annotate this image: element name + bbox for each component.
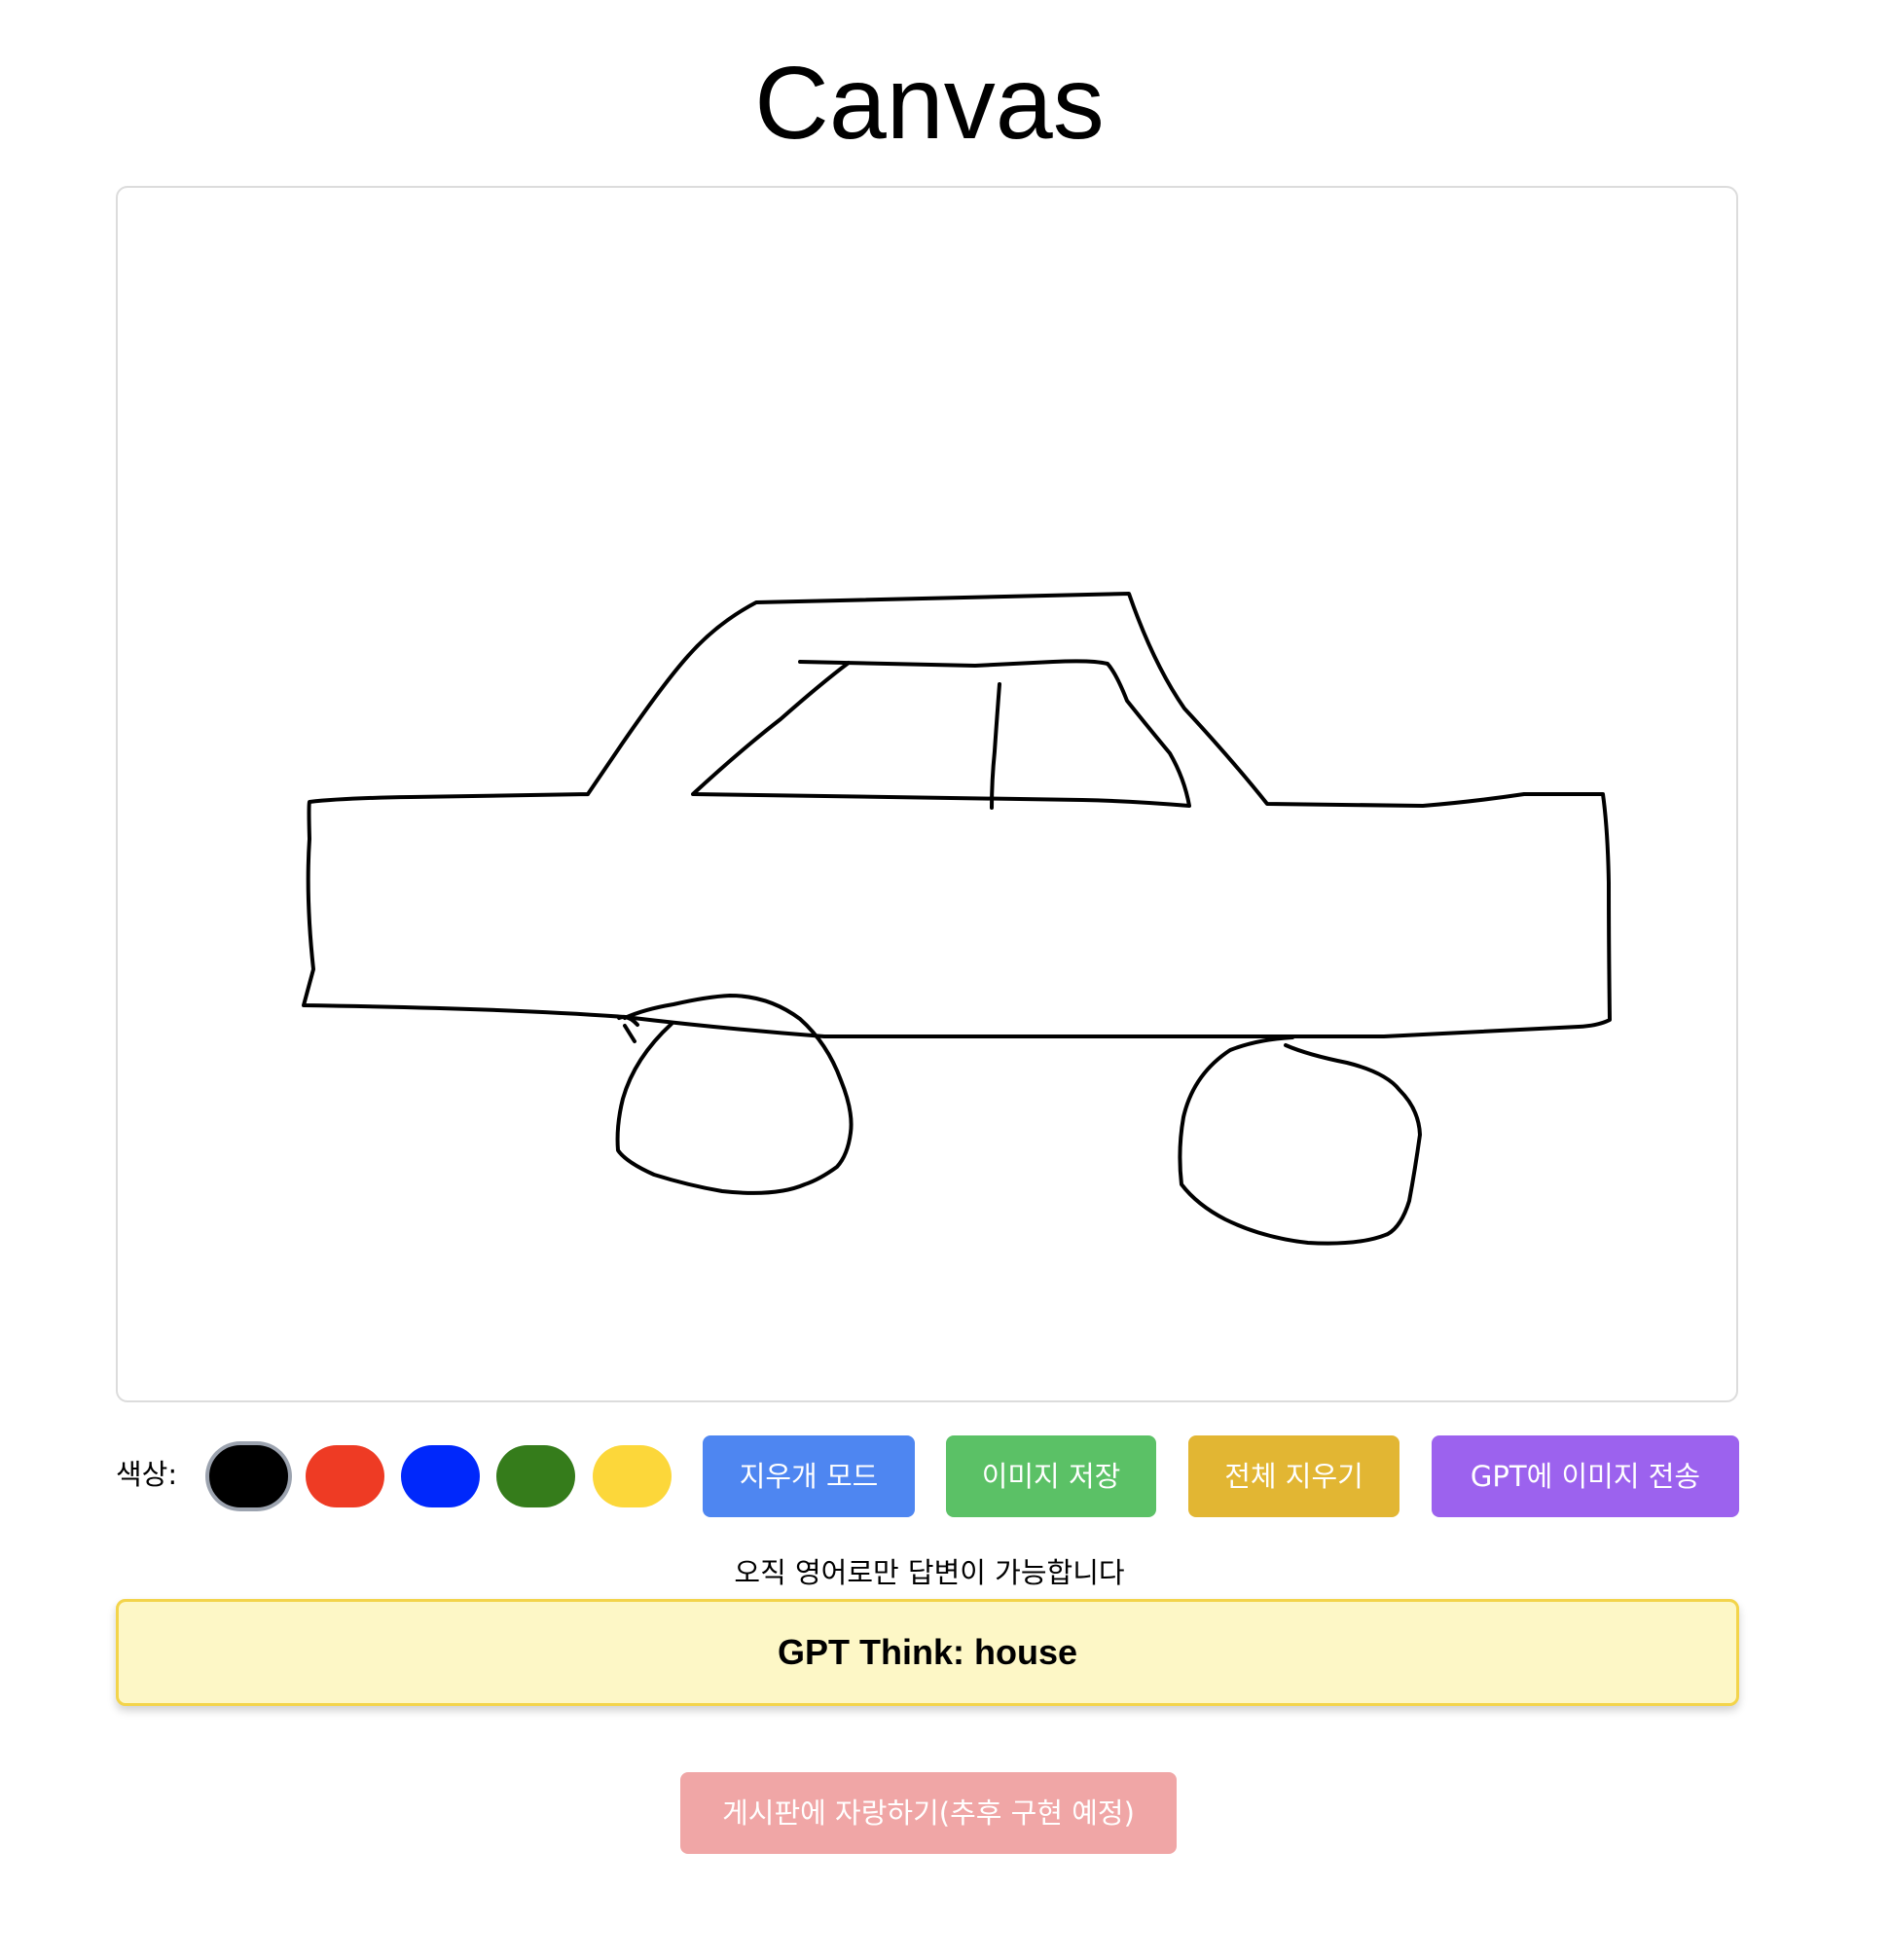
clear-all-button[interactable]: 전체 지우기 [1188,1435,1399,1517]
car-window-stroke [691,659,1191,808]
color-swatch-blue[interactable] [401,1445,480,1507]
color-swatch-red[interactable] [306,1445,384,1507]
car-roof-stroke [302,592,1612,1038]
front-wheel-stroke [615,994,854,1195]
share-to-board-button[interactable]: 게시판에 자랑하기(추후 구현 예정) [680,1772,1177,1854]
color-swatch-green[interactable] [496,1445,575,1507]
send-to-gpt-button[interactable]: GPT에 이미지 전송 [1432,1435,1739,1517]
drawing-canvas[interactable] [116,186,1738,1402]
page-title: Canvas [754,46,1105,161]
english-only-notice: 오직 영어로만 답변이 가능합니다 [734,1556,1125,1589]
color-label: 색상: [116,1458,178,1491]
gpt-result-text: GPT Think: house [777,1632,1077,1672]
rear-wheel-stroke [1178,1035,1422,1246]
save-image-button[interactable]: 이미지 저장 [946,1435,1156,1517]
toolbar: 색상: 지우개 모드 이미지 저장 전체 지우기 GPT에 이미지 전송 [116,1434,1739,1518]
gpt-result-box: GPT Think: house [116,1599,1739,1706]
car-pillar-stroke [990,682,1001,810]
color-swatch-yellow[interactable] [593,1445,672,1507]
eraser-mode-button[interactable]: 지우개 모드 [703,1435,915,1517]
color-swatch-black[interactable] [209,1445,288,1507]
drawing-strokes [302,592,1612,1246]
